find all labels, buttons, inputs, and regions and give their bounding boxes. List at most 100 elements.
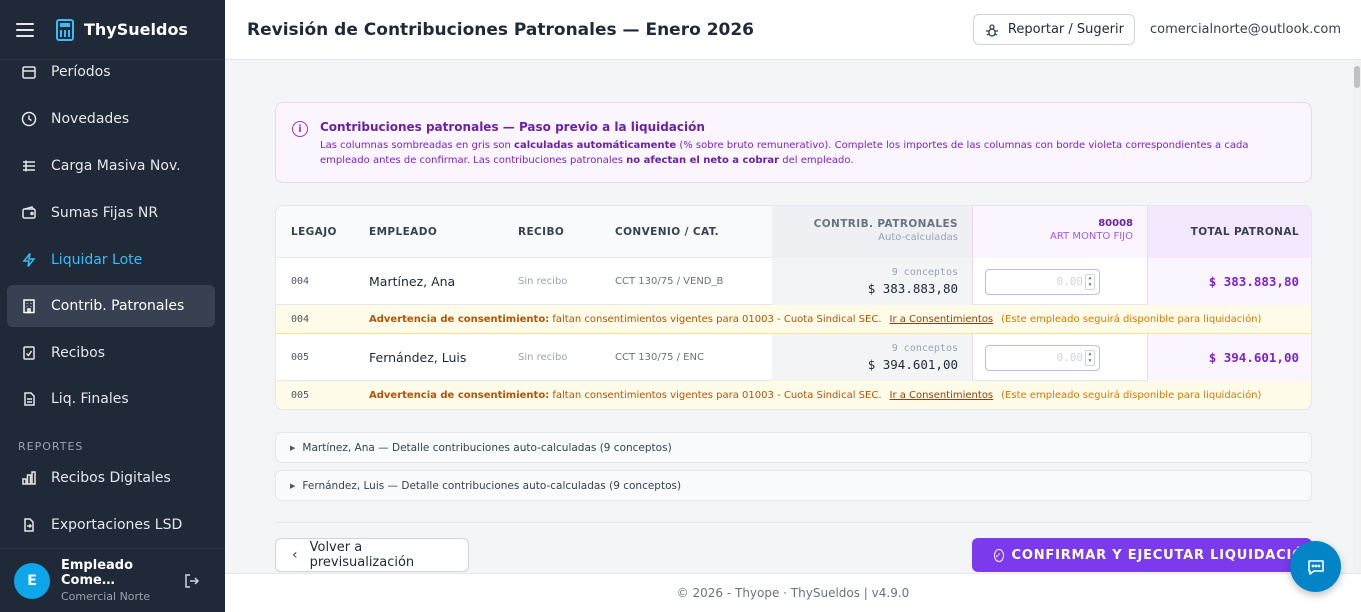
column-header-contrib-sub: Auto-calculadas	[878, 232, 958, 243]
user-profile[interactable]: E Empleado Come… Comercial Norte	[0, 548, 225, 612]
column-header-legajo: LEGAJO	[291, 226, 337, 238]
brand-bar: ThySueldos	[0, 0, 225, 60]
table-row: 005 Fernández, Luis Sin recibo CCT 130/7…	[276, 334, 1311, 381]
cell-empleado: Fernández, Luis	[369, 350, 467, 365]
cell-legajo: 004	[291, 276, 310, 287]
warning-message: faltan consentimientos vigentes para 010…	[549, 313, 882, 325]
bug-icon	[985, 23, 998, 37]
info-text-bold: no afectan el neto a cobrar	[626, 155, 780, 166]
building-icon	[21, 298, 37, 314]
sidebar-item-liq-finales[interactable]: Liq. Finales	[7, 378, 215, 420]
sidebar-item-label: Períodos	[51, 64, 111, 80]
chat-button[interactable]	[1290, 541, 1341, 592]
detail-toggle-label: Fernández, Luis — Detalle contribuciones…	[302, 479, 682, 492]
consent-link[interactable]: Ir a Consentimientos	[890, 314, 994, 325]
page-title: Revisión de Contribuciones Patronales — …	[247, 19, 755, 40]
contributions-table: LEGAJO EMPLEADO RECIBO CONVENIO / CAT. C…	[275, 205, 1312, 410]
sidebar-item-exportaciones-lsd[interactable]: Exportaciones LSD	[7, 504, 215, 546]
info-panel: i Contribuciones patronales — Paso previ…	[275, 102, 1312, 183]
sidebar: ThySueldos Períodos Novedades Carga Masi…	[0, 0, 225, 612]
wallet-icon	[21, 205, 37, 221]
sidebar-item-label: Contrib. Patronales	[51, 298, 185, 314]
cell-art: 0.00 ▲ ▼	[972, 334, 1148, 381]
info-text: Las columnas sombreadas en gris son calc…	[320, 138, 1295, 168]
sidebar-item-label: Novedades	[51, 111, 130, 127]
warning-legajo: 004	[291, 313, 310, 325]
sidebar-item-contrib-patronales[interactable]: Contrib. Patronales	[7, 285, 215, 327]
sidebar-item-periodos[interactable]: Períodos	[7, 60, 215, 93]
cell-convenio: CCT 130/75 / ENC	[615, 352, 704, 363]
column-header-contrib: CONTRIB. PATRONALES Auto-calculadas	[772, 206, 972, 258]
sidebar-item-carga-masiva[interactable]: Carga Masiva Nov.	[7, 145, 215, 187]
chevron-left-icon: ‹	[292, 547, 298, 563]
bolt-icon	[21, 252, 37, 268]
document-icon	[21, 391, 37, 407]
detail-toggle-label: Martínez, Ana — Detalle contribuciones a…	[302, 441, 672, 454]
footer: © 2026 - Thyope · ThySueldos | v4.9.0	[225, 573, 1361, 612]
art-amount-input[interactable]: 0.00 ▲ ▼	[985, 344, 1100, 371]
report-suggest-label: Reportar / Sugerir	[1007, 22, 1124, 37]
top-bar: Revisión de Contribuciones Patronales — …	[225, 0, 1361, 60]
detail-toggle-martinez[interactable]: ▶ Martínez, Ana — Detalle contribuciones…	[275, 432, 1312, 463]
art-amount-placeholder: 0.00	[1056, 275, 1084, 288]
column-header-art-label: ART MONTO FIJO	[1049, 231, 1133, 242]
sidebar-item-label: Exportaciones LSD	[51, 517, 183, 533]
scrollbar[interactable]	[1353, 60, 1361, 573]
info-text-bold: calculadas automáticamente	[514, 140, 677, 151]
confirm-execute-button[interactable]: ✓ CONFIRMAR Y EJECUTAR LIQUIDACIÓN	[972, 538, 1312, 572]
sidebar-item-sumas-fijas[interactable]: Sumas Fijas NR	[7, 192, 215, 234]
scrollbar-thumb[interactable]	[1354, 66, 1360, 88]
sidebar-item-label: Carga Masiva Nov.	[51, 158, 181, 174]
info-title: Contribuciones patronales — Paso previo …	[320, 120, 705, 134]
consent-link[interactable]: Ir a Consentimientos	[890, 390, 994, 401]
cell-contrib-amount: $ 383.883,80	[867, 281, 958, 296]
main-content: i Contribuciones patronales — Paso previ…	[225, 60, 1361, 573]
info-text-part: del empleado.	[779, 155, 854, 166]
warning-text: Advertencia de consentimiento: faltan co…	[369, 314, 1261, 325]
sidebar-item-liquidar-lote[interactable]: Liquidar Lote	[7, 239, 215, 281]
user-info: Empleado Come… Comercial Norte	[61, 558, 183, 603]
cell-conceptos: 9 conceptos	[891, 267, 958, 278]
cell-contrib: 9 conceptos $ 394.601,00	[772, 334, 972, 381]
art-amount-placeholder: 0.00	[1056, 351, 1084, 364]
caret-right-icon: ▶	[290, 481, 296, 490]
back-to-preview-button[interactable]: ‹ Volver a previsualización	[275, 538, 469, 572]
app-name: ThySueldos	[84, 20, 188, 39]
user-email: comercialnorte@outlook.com	[1149, 22, 1341, 37]
column-header-contrib-title: CONTRIB. PATRONALES	[813, 218, 958, 230]
warning-note: (Este empleado seguirá disponible para l…	[1001, 313, 1262, 325]
stepper-icon[interactable]: ▲ ▼	[1085, 273, 1095, 290]
report-suggest-button[interactable]: Reportar / Sugerir	[972, 14, 1135, 45]
sidebar-item-label: Recibos	[51, 345, 106, 361]
logout-icon[interactable]	[183, 572, 201, 590]
stepper-icon[interactable]: ▲ ▼	[1085, 349, 1095, 366]
user-company: Comercial Norte	[61, 590, 151, 603]
column-header-recibo: RECIBO	[518, 226, 565, 238]
table-row: 004 Martínez, Ana Sin recibo CCT 130/75 …	[276, 258, 1311, 305]
cell-conceptos: 9 conceptos	[891, 343, 958, 354]
check-circle-icon: ✓	[994, 548, 1004, 562]
sidebar-item-recibos-digitales[interactable]: Recibos Digitales	[7, 457, 215, 499]
menu-icon[interactable]	[16, 22, 34, 37]
sidebar-item-label: Liquidar Lote	[51, 252, 143, 268]
confirm-button-label: CONFIRMAR Y EJECUTAR LIQUIDACIÓN	[1011, 547, 1312, 563]
art-amount-input[interactable]: 0.00 ▲ ▼	[985, 268, 1100, 295]
cell-art: 0.00 ▲ ▼	[972, 258, 1148, 305]
warning-text: Advertencia de consentimiento: faltan co…	[369, 390, 1261, 401]
sidebar-item-label: Liq. Finales	[51, 391, 129, 407]
cell-convenio: CCT 130/75 / VEND_B	[615, 276, 724, 287]
detail-toggle-fernandez[interactable]: ▶ Fernández, Luis — Detalle contribucion…	[275, 470, 1312, 501]
sidebar-item-recibos[interactable]: Recibos	[7, 332, 215, 374]
cell-legajo: 005	[291, 352, 310, 363]
bar-chart-icon	[21, 470, 37, 486]
warning-message: faltan consentimientos vigentes para 010…	[549, 390, 882, 401]
sidebar-item-novedades[interactable]: Novedades	[7, 98, 215, 140]
cell-total: $ 394.601,00	[1148, 334, 1311, 381]
cell-empleado: Martínez, Ana	[369, 274, 456, 289]
list-icon	[21, 158, 37, 174]
clock-icon	[21, 111, 37, 127]
calculator-icon	[56, 18, 74, 41]
column-header-total: TOTAL PATRONAL	[1148, 206, 1311, 258]
consent-warning: 004 Advertencia de consentimiento: falta…	[276, 305, 1311, 334]
warning-title: Advertencia de consentimiento:	[369, 390, 550, 401]
